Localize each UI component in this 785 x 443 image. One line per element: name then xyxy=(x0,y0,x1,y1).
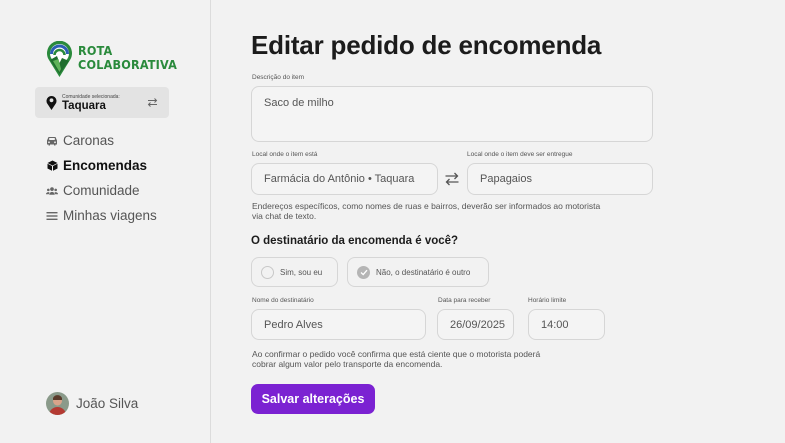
sidebar-item-comunidade[interactable]: Comunidade xyxy=(46,178,157,203)
origin-label: Local onde o item está xyxy=(252,151,318,158)
page-title: Editar pedido de encomenda xyxy=(251,30,602,60)
brand-name: ROTA COLABORATIVA xyxy=(78,44,177,71)
list-icon xyxy=(46,210,58,222)
time-label: Horário limite xyxy=(528,297,567,304)
recipient-name-field[interactable]: Pedro Alves xyxy=(251,309,426,340)
brand-line-1: ROTA xyxy=(78,43,113,58)
destination-label: Local onde o item deve ser entregue xyxy=(467,151,573,158)
destination-value: Papagaios xyxy=(480,173,532,185)
date-label: Data para receber xyxy=(438,297,491,304)
brand-line-2: COLABORATIVA xyxy=(78,56,178,72)
sidebar-item-label: Encomendas xyxy=(63,158,148,173)
sidebar-item-minhas-viagens[interactable]: Minhas viagens xyxy=(46,203,157,228)
brand-logo[interactable]: ROTA COLABORATIVA xyxy=(46,41,177,78)
sidebar-item-encomendas[interactable]: Encomendas xyxy=(46,153,157,178)
avatar xyxy=(46,392,69,415)
description-value: Saco de milho xyxy=(264,97,334,109)
recipient-name-label: Nome do destinatário xyxy=(252,297,314,304)
save-button[interactable]: Salvar alterações xyxy=(251,384,375,414)
radio-unchecked-icon xyxy=(261,265,274,279)
time-value: 14:00 xyxy=(541,318,569,331)
car-icon xyxy=(46,135,58,147)
address-note-line-1: Endereços específicos, como nomes de rua… xyxy=(252,201,601,211)
radio-checked-icon xyxy=(357,265,370,279)
swap-locations-icon[interactable] xyxy=(444,171,460,187)
sidebar-nav: Caronas Encomendas Comunidade Minhas via… xyxy=(46,128,157,228)
user-profile[interactable]: João Silva xyxy=(46,392,138,415)
package-icon xyxy=(46,160,58,172)
sidebar-item-label: Caronas xyxy=(63,133,115,148)
confirm-note: Ao confirmar o pedido você confirma que … xyxy=(252,349,540,369)
sidebar-item-label: Comunidade xyxy=(63,183,140,198)
map-pin-logo-icon xyxy=(47,41,72,77)
recipient-option-yes[interactable]: Sim, sou eu xyxy=(251,257,338,287)
sidebar: ROTA COLABORATIVA Comunidade selecionada… xyxy=(0,0,211,443)
origin-value: Farmácia do Antônio • Taquara xyxy=(264,173,415,185)
sidebar-item-caronas[interactable]: Caronas xyxy=(46,128,157,153)
option-yes-label: Sim, sou eu xyxy=(280,267,323,277)
recipient-option-no[interactable]: Não, o destinatário é outro xyxy=(347,257,489,287)
swap-icon[interactable] xyxy=(147,97,158,108)
confirm-note-line-1: Ao confirmar o pedido você confirma que … xyxy=(252,349,541,359)
community-selector[interactable]: Comunidade selecionada: Taquara xyxy=(35,87,169,118)
address-note: Endereços específicos, como nomes de rua… xyxy=(252,201,600,221)
origin-field[interactable]: Farmácia do Antônio • Taquara xyxy=(251,163,438,195)
address-note-line-2: via chat de texto. xyxy=(252,211,317,221)
confirm-note-line-2: cobrar algum valor pelo transporte da en… xyxy=(252,359,443,369)
sidebar-item-label: Minhas viagens xyxy=(63,208,157,223)
option-no-label: Não, o destinatário é outro xyxy=(376,267,471,277)
community-name: Taquara xyxy=(62,99,106,112)
description-label: Descrição do item xyxy=(252,74,305,81)
time-field[interactable]: 14:00 xyxy=(528,309,605,340)
location-pin-icon xyxy=(46,95,57,110)
users-icon xyxy=(46,185,58,197)
description-field[interactable]: Saco de milho xyxy=(251,86,653,142)
date-value: 26/09/2025 xyxy=(450,318,506,331)
recipient-question: O destinatário da encomenda é você? xyxy=(251,235,459,247)
destination-field[interactable]: Papagaios xyxy=(467,163,653,195)
user-name: João Silva xyxy=(76,396,139,411)
recipient-name-value: Pedro Alves xyxy=(264,318,323,331)
date-field[interactable]: 26/09/2025 xyxy=(437,309,514,340)
